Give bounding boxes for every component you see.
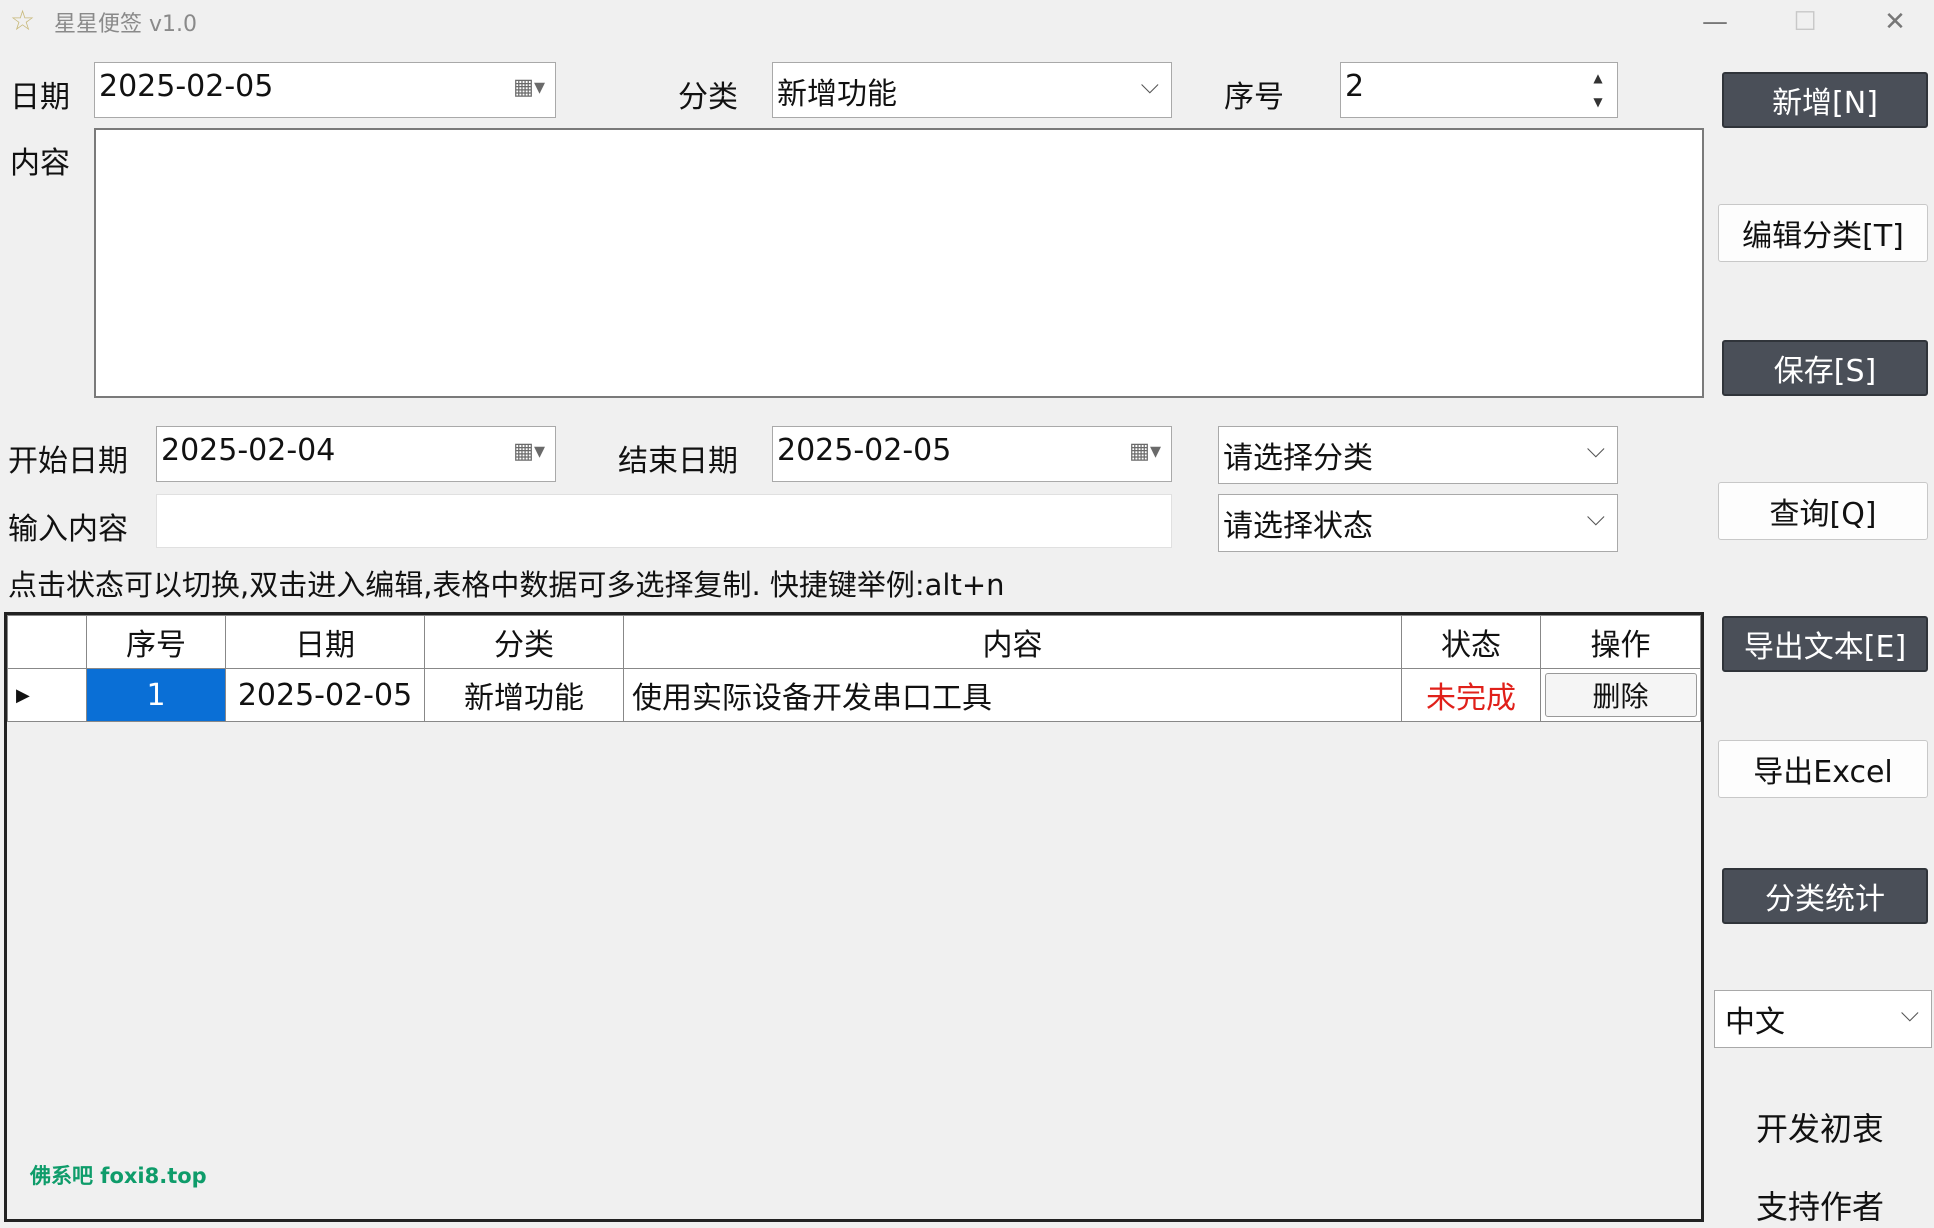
chevron-down-icon: ⌵	[1900, 999, 1919, 1027]
category-label: 分类	[678, 80, 738, 115]
row-header-corner	[7, 615, 87, 669]
category-select[interactable]: 新增功能 ⌵	[772, 62, 1172, 118]
data-grid[interactable]: 序号 日期 分类 内容 状态 操作 ▶ 1 2025-02-05 新增功能 使用…	[4, 612, 1704, 1222]
table-header-row: 序号 日期 分类 内容 状态 操作	[7, 615, 1701, 669]
calendar-icon[interactable]: ▦▾	[513, 75, 545, 100]
dev-note-link[interactable]: 开发初衷	[1756, 1104, 1884, 1150]
seq-value: 2	[1345, 69, 1365, 104]
add-button[interactable]: 新增[N]	[1722, 72, 1928, 128]
cell-category[interactable]: 新增功能	[424, 668, 624, 722]
col-header-action[interactable]: 操作	[1540, 615, 1701, 669]
start-date-label: 开始日期	[8, 444, 128, 479]
col-header-status[interactable]: 状态	[1401, 615, 1541, 669]
col-header-date[interactable]: 日期	[225, 615, 425, 669]
support-author-link[interactable]: 支持作者	[1756, 1182, 1884, 1228]
end-date-label: 结束日期	[618, 444, 738, 479]
window-title: 星星便签 v1.0	[54, 12, 198, 37]
edit-category-button[interactable]: 编辑分类[T]	[1718, 204, 1928, 262]
filter-category-placeholder: 请选择分类	[1223, 441, 1373, 476]
row-pointer-icon: ▶	[7, 668, 87, 722]
language-value: 中文	[1725, 1005, 1785, 1040]
title-bar	[0, 0, 1934, 44]
spin-up-icon[interactable]: ▲	[1587, 67, 1609, 89]
filter-status-select[interactable]: 请选择状态 ⌵	[1218, 494, 1618, 552]
col-header-seq[interactable]: 序号	[86, 615, 226, 669]
export-text-button[interactable]: 导出文本[E]	[1722, 616, 1928, 672]
input-content-label: 输入内容	[8, 512, 128, 547]
calendar-icon[interactable]: ▦▾	[1129, 439, 1161, 464]
language-select[interactable]: 中文 ⌵	[1714, 990, 1932, 1048]
category-value: 新增功能	[777, 77, 897, 112]
maximize-icon: ☐	[1793, 7, 1817, 37]
table-row[interactable]: ▶ 1 2025-02-05 新增功能 使用实际设备开发串口工具 未完成 删除	[7, 668, 1701, 722]
cell-status[interactable]: 未完成	[1401, 668, 1541, 722]
start-date-picker[interactable]: 2025-02-04 ▦▾	[156, 426, 556, 482]
minimize-icon[interactable]: —	[1670, 0, 1760, 44]
filter-category-select[interactable]: 请选择分类 ⌵	[1218, 426, 1618, 484]
chevron-down-icon: ⌵	[1586, 435, 1605, 463]
spin-down-icon[interactable]: ▼	[1587, 91, 1609, 113]
calendar-icon[interactable]: ▦▾	[513, 439, 545, 464]
cell-action: 删除	[1540, 668, 1701, 722]
col-header-content[interactable]: 内容	[623, 615, 1402, 669]
cell-seq[interactable]: 1	[86, 668, 226, 722]
export-excel-button[interactable]: 导出Excel	[1718, 740, 1928, 798]
end-date-picker[interactable]: 2025-02-05 ▦▾	[772, 426, 1172, 482]
delete-button[interactable]: 删除	[1544, 673, 1697, 717]
cell-content[interactable]: 使用实际设备开发串口工具	[623, 668, 1402, 722]
cell-date[interactable]: 2025-02-05	[225, 668, 425, 722]
date-picker[interactable]: 2025-02-05 ▦▾	[94, 62, 556, 118]
hint-text: 点击状态可以切换,双击进入编辑,表格中数据可多选择复制. 快捷键举例:alt+n	[8, 568, 1005, 602]
query-button[interactable]: 查询[Q]	[1718, 482, 1928, 540]
content-textarea[interactable]	[94, 128, 1704, 398]
close-icon[interactable]: ✕	[1850, 0, 1934, 44]
col-header-category[interactable]: 分类	[424, 615, 624, 669]
date-value: 2025-02-05	[99, 69, 274, 104]
end-date-value: 2025-02-05	[777, 433, 952, 468]
save-button[interactable]: 保存[S]	[1722, 340, 1928, 396]
start-date-value: 2025-02-04	[161, 433, 336, 468]
search-input[interactable]	[156, 494, 1172, 548]
seq-label: 序号	[1224, 80, 1284, 115]
filter-status-placeholder: 请选择状态	[1223, 509, 1373, 544]
category-stats-button[interactable]: 分类统计	[1722, 868, 1928, 924]
star-icon: ☆	[10, 4, 36, 37]
seq-stepper[interactable]: 2 ▲ ▼	[1340, 62, 1618, 118]
content-label: 内容	[10, 146, 70, 181]
date-label: 日期	[10, 80, 70, 115]
chevron-down-icon: ⌵	[1586, 503, 1605, 531]
chevron-down-icon: ⌵	[1140, 71, 1159, 99]
watermark: 佛系吧 foxi8.top	[30, 1164, 207, 1188]
